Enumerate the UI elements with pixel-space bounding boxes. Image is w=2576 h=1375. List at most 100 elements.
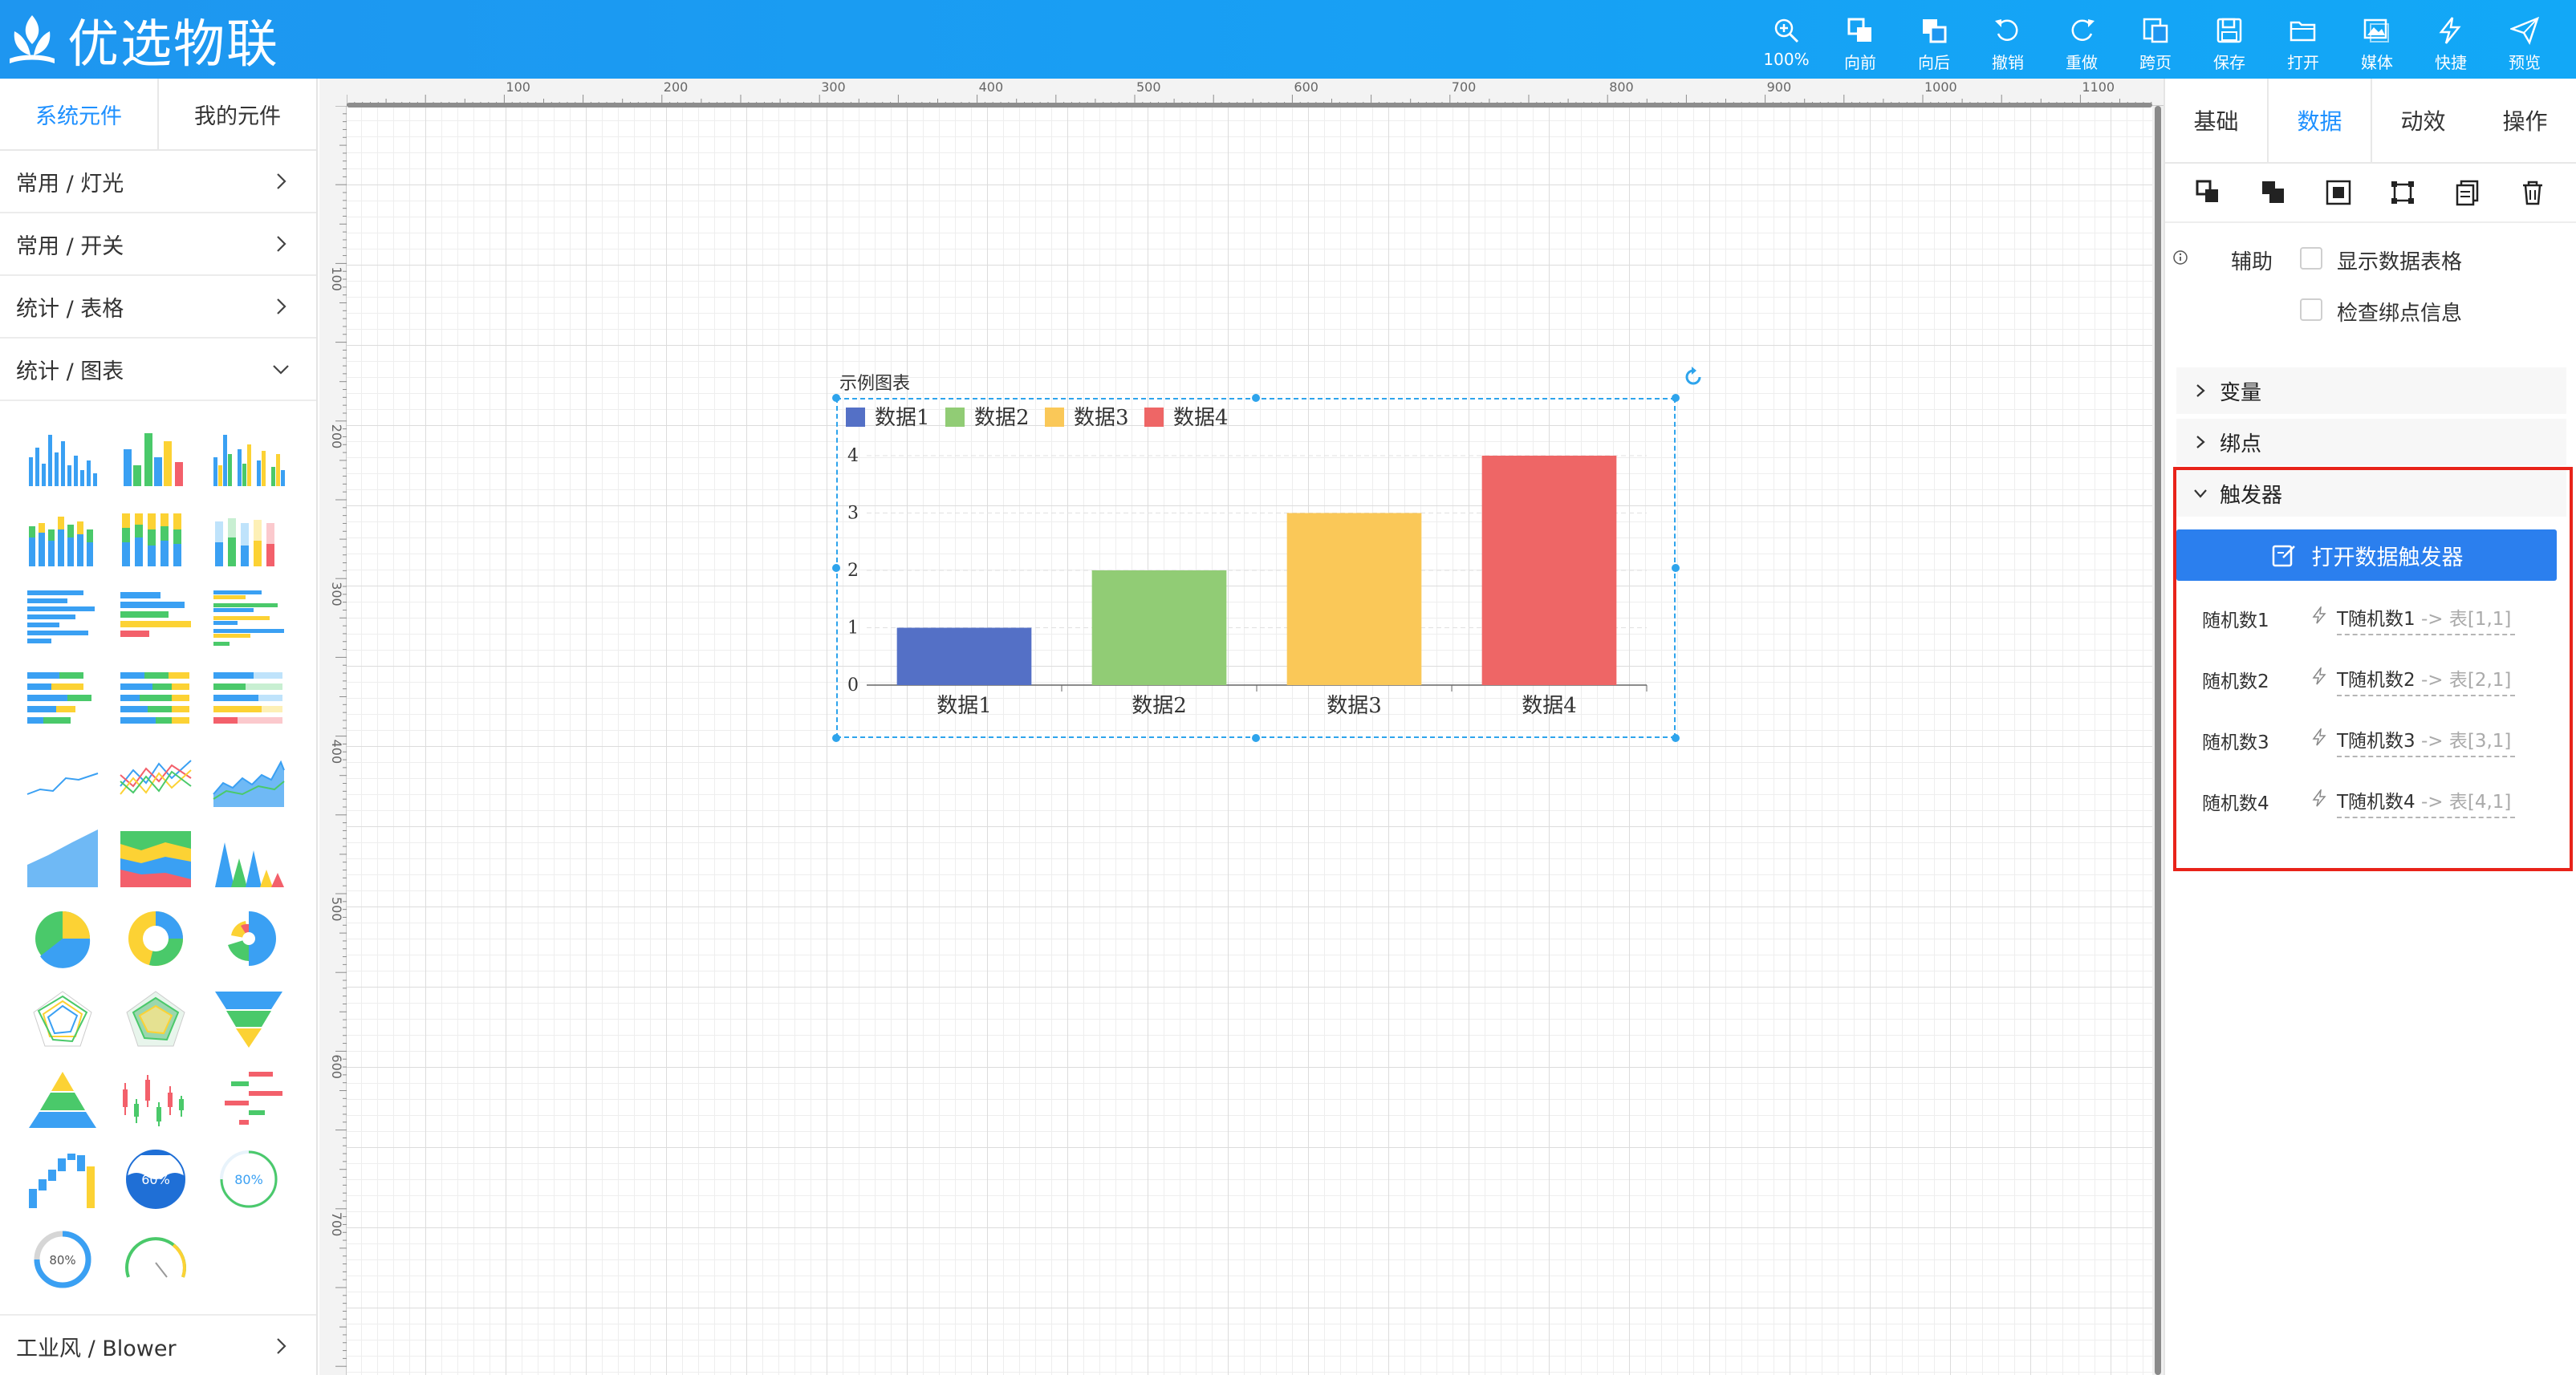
- show-table-checkbox[interactable]: [2300, 247, 2322, 270]
- thumb-pie[interactable]: [22, 898, 103, 979]
- diverging-bar-icon: [225, 1072, 282, 1125]
- thumb-progress-ring[interactable]: 80%: [22, 1219, 103, 1300]
- thumb-hbar-diverging[interactable]: [209, 1059, 289, 1139]
- resize-handle-top-left[interactable]: [832, 394, 840, 402]
- bring-to-front-icon[interactable]: [2195, 179, 2222, 206]
- check-binding-checkbox[interactable]: [2300, 298, 2322, 321]
- category-blower[interactable]: 工业风 / Blower: [0, 1314, 316, 1375]
- resize-handle-right[interactable]: [1672, 564, 1680, 572]
- thumb-bar-grouped[interactable]: [209, 417, 289, 497]
- thumb-pyramid[interactable]: [22, 1059, 103, 1139]
- info-icon[interactable]: [2173, 250, 2188, 265]
- thumb-waterfall[interactable]: [22, 1139, 103, 1219]
- chart-thumbnails: 60% 80% 80%: [0, 401, 316, 1316]
- thumb-bar-simple[interactable]: [22, 417, 103, 497]
- tab-animation[interactable]: 动效: [2372, 79, 2474, 162]
- chevron-right-icon: [2196, 436, 2205, 448]
- media-icon: [2363, 18, 2389, 43]
- toolbar-media-button[interactable]: 媒体: [2340, 10, 2414, 74]
- tab-data[interactable]: 数据: [2267, 79, 2372, 162]
- thumb-area-step[interactable]: [22, 818, 103, 898]
- app-logo[interactable]: 优选物联: [6, 8, 279, 75]
- resize-handle-left[interactable]: [832, 564, 840, 572]
- toolbar-jump-button[interactable]: 跨页: [2119, 10, 2192, 74]
- thumb-bar-stacked-full[interactable]: [116, 497, 196, 578]
- chevron-down-icon: [273, 365, 289, 375]
- thumb-funnel[interactable]: [209, 979, 289, 1059]
- tab-my-components[interactable]: 我的元件: [159, 79, 316, 149]
- toolbar-backward-button[interactable]: 向后: [1897, 10, 1971, 74]
- line-chart-icon: [26, 773, 99, 795]
- toolbar-open-button[interactable]: 打开: [2266, 10, 2340, 74]
- rotate-handle-icon[interactable]: [1682, 366, 1704, 388]
- toolbar-zoom-button[interactable]: 100%: [1749, 10, 1823, 74]
- thumb-donut[interactable]: [116, 898, 196, 979]
- thumb-ring-gauge[interactable]: 80%: [209, 1139, 289, 1219]
- category-label: 统计 / 表格: [16, 296, 124, 322]
- chevron-right-icon: [277, 236, 286, 252]
- resize-handle-bottom-left[interactable]: [832, 734, 840, 742]
- resize-handle-bottom[interactable]: [1252, 734, 1260, 742]
- toolbar-quick-button[interactable]: 快捷: [2414, 10, 2488, 74]
- design-canvas[interactable]: 100 200 300 400 500 600 700 800 900 1000 1100 100 2…: [319, 79, 2164, 1375]
- thumb-candlestick[interactable]: [116, 1059, 196, 1139]
- group-icon[interactable]: [2325, 179, 2352, 206]
- send-to-back-icon[interactable]: [2260, 179, 2287, 206]
- ruler-label: 200: [664, 79, 689, 95]
- toolbar-undo-button[interactable]: 撤销: [1971, 10, 2045, 74]
- resize-handle-top-right[interactable]: [1672, 394, 1680, 402]
- category-table[interactable]: 统计 / 表格: [0, 276, 316, 339]
- library-tabs: 系统元件 我的元件: [0, 79, 316, 151]
- category-switch[interactable]: 常用 / 开关: [0, 213, 316, 276]
- app-header: 优选物联 100% 向前 向后 撤销 重做 跨页 保存 打开 媒体 快捷 预览: [0, 0, 2576, 79]
- toolbar-preview-button[interactable]: 预览: [2488, 10, 2562, 74]
- thumb-hbar-stacked-light[interactable]: [209, 658, 289, 738]
- canvas-vertical-scrollbar[interactable]: [2152, 106, 2164, 1375]
- tab-system-components[interactable]: 系统元件: [0, 79, 159, 149]
- chart-selection-box[interactable]: [836, 398, 1676, 738]
- thumb-dashboard-gauge[interactable]: [116, 1219, 196, 1300]
- canvas-horizontal-scrollbar[interactable]: [347, 103, 2152, 107]
- thumb-hbar-stacked[interactable]: [22, 658, 103, 738]
- thumb-bar-stacked[interactable]: [22, 497, 103, 578]
- candlestick-icon: [123, 1075, 184, 1126]
- ungroup-icon[interactable]: [2389, 179, 2416, 206]
- bar-chart-icon: [213, 435, 285, 486]
- tab-action[interactable]: 操作: [2474, 79, 2576, 162]
- resize-handle-top[interactable]: [1252, 394, 1260, 402]
- thumb-hbar[interactable]: [22, 578, 103, 658]
- category-label: 常用 / 灯光: [16, 171, 124, 197]
- scrollbar-thumb[interactable]: [2155, 106, 2161, 1375]
- thumb-radar-filled[interactable]: [116, 979, 196, 1059]
- delete-icon[interactable]: [2519, 179, 2546, 206]
- cross-page-icon: [2143, 18, 2168, 43]
- zoom-in-icon: [1774, 18, 1799, 43]
- thumb-hbar-stacked-full[interactable]: [116, 658, 196, 738]
- section-variables[interactable]: 变量: [2176, 367, 2566, 414]
- thumb-line[interactable]: [22, 738, 103, 818]
- thumb-area[interactable]: [209, 738, 289, 818]
- section-bindings[interactable]: 绑点: [2176, 419, 2566, 465]
- copy-icon[interactable]: [2454, 179, 2481, 206]
- thumb-liquid-gauge[interactable]: 60%: [116, 1139, 196, 1219]
- thumb-bar-colored[interactable]: [116, 417, 196, 497]
- thumb-hbar-colored[interactable]: [116, 578, 196, 658]
- thumb-triangle-bar[interactable]: [209, 818, 289, 898]
- thumb-area-stacked[interactable]: [116, 818, 196, 898]
- thumb-bar-stacked-light[interactable]: [209, 497, 289, 578]
- toolbar-redo-button[interactable]: 重做: [2045, 10, 2119, 74]
- tab-basic[interactable]: 基础: [2165, 79, 2267, 162]
- category-label: 统计 / 图表: [16, 359, 124, 384]
- thumb-line-multi[interactable]: [116, 738, 196, 818]
- resize-handle-bottom-right[interactable]: [1672, 734, 1680, 742]
- ruler-ticks-vertical: 100 200 300 400 500 600 700: [329, 105, 347, 1367]
- ruler-label: 1100: [2082, 79, 2115, 95]
- thumb-rose[interactable]: [209, 898, 289, 979]
- toolbar-forward-button[interactable]: 向前: [1823, 10, 1897, 74]
- ruler-label: 300: [329, 582, 344, 606]
- toolbar-save-button[interactable]: 保存: [2192, 10, 2266, 74]
- category-light[interactable]: 常用 / 灯光: [0, 151, 316, 213]
- thumb-hbar-grouped[interactable]: [209, 578, 289, 658]
- category-chart[interactable]: 统计 / 图表: [0, 339, 316, 401]
- thumb-radar[interactable]: [22, 979, 103, 1059]
